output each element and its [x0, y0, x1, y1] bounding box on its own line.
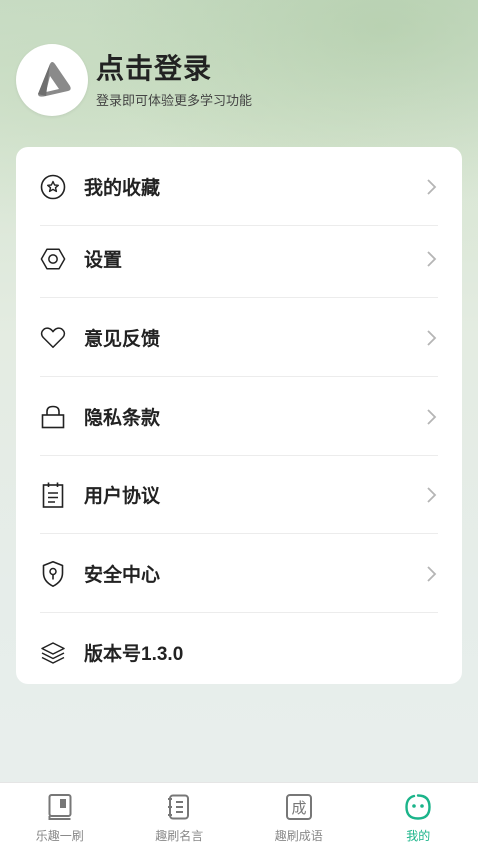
- heart-icon: [40, 325, 66, 351]
- tab-label: 乐趣一刷: [35, 829, 84, 843]
- menu-item-label: 设置: [84, 250, 123, 271]
- tab-fun-practice[interactable]: 乐趣一刷: [0, 783, 120, 850]
- bottom-tab-bar: 乐趣一刷 趣刷名言 成 趣刷成语 我的: [0, 782, 478, 850]
- tab-famous-quotes[interactable]: 趣刷名言: [120, 783, 240, 850]
- lock-icon: [40, 404, 66, 430]
- idiom-cheng-icon: 成: [285, 793, 313, 821]
- menu-item-privacy[interactable]: 隐私条款: [40, 377, 438, 456]
- chevron-right-icon: [427, 408, 437, 425]
- menu-item-favorites[interactable]: 我的收藏: [40, 147, 438, 226]
- menu-item-label: 用户协议: [84, 486, 161, 507]
- menu-item-settings[interactable]: 设置: [40, 219, 438, 298]
- menu-item-version: 版本号1.3.0: [40, 613, 438, 692]
- shield-keyhole-icon: [40, 560, 66, 587]
- menu-item-label: 隐私条款: [84, 408, 161, 429]
- menu-item-label: 意见反馈: [84, 329, 161, 350]
- smiley-face-icon: [404, 793, 432, 821]
- menu-item-user-agreement[interactable]: 用户协议: [40, 455, 438, 534]
- tab-label: 趣刷成语: [274, 829, 323, 843]
- tab-idioms[interactable]: 成 趣刷成语: [239, 783, 359, 850]
- login-title[interactable]: 点击登录: [96, 51, 252, 87]
- svg-text:成: 成: [291, 799, 306, 817]
- status-bar-hint: [366, 0, 410, 2]
- version-label: 版本号1.3.0: [84, 644, 184, 665]
- layers-icon: [40, 640, 66, 666]
- menu-item-label: 安全中心: [84, 565, 161, 586]
- tab-label: 趣刷名言: [155, 829, 204, 843]
- chevron-right-icon: [427, 178, 437, 195]
- login-subtitle: 登录即可体验更多学习功能: [96, 93, 253, 108]
- tab-mine[interactable]: 我的: [359, 783, 478, 850]
- clipboard-icon: [40, 482, 66, 508]
- profile-header[interactable]: 点击登录 登录即可体验更多学习功能: [16, 43, 456, 117]
- tab-label: 我的: [406, 829, 431, 843]
- chevron-right-icon: [427, 486, 437, 503]
- avatar[interactable]: [16, 44, 88, 116]
- scroll-icon: [165, 793, 193, 821]
- menu-card: 我的收藏 设置 意见反馈 隐私条款 用户协议 安全中心 版本号1.3.0: [16, 147, 462, 684]
- chevron-right-icon: [427, 329, 437, 346]
- book-icon: [46, 793, 74, 821]
- chevron-right-icon: [427, 565, 437, 582]
- menu-item-feedback[interactable]: 意见反馈: [40, 298, 438, 377]
- menu-item-security-center[interactable]: 安全中心: [40, 534, 438, 613]
- app-logo-icon: [38, 62, 71, 97]
- hexagon-nut-icon: [40, 246, 66, 272]
- star-circle-icon: [40, 174, 66, 200]
- chevron-right-icon: [427, 250, 437, 267]
- menu-item-label: 我的收藏: [84, 178, 161, 199]
